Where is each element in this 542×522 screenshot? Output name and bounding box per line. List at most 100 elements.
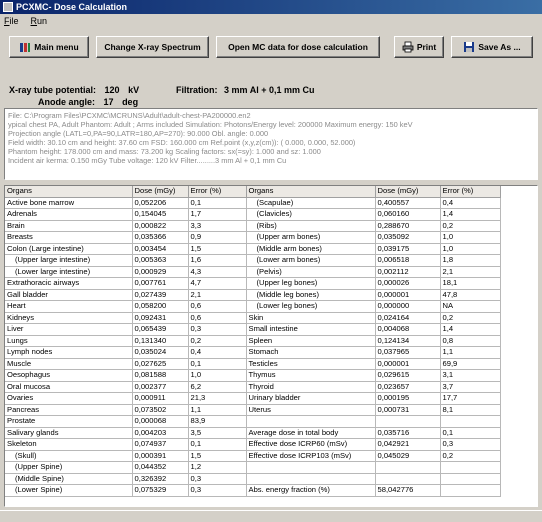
table-cell[interactable]: 0,065439 [132, 323, 189, 336]
table-cell[interactable]: 1,2 [188, 461, 247, 474]
table-cell[interactable]: 0,3 [188, 484, 247, 497]
table-cell[interactable]: 18,1 [440, 277, 501, 290]
table-cell[interactable]: 1,1 [440, 346, 501, 359]
table-cell[interactable]: 3,1 [440, 369, 501, 382]
table-cell[interactable]: Prostate [5, 415, 133, 428]
table-cell[interactable]: Oesophagus [5, 369, 133, 382]
table-cell[interactable]: 21,3 [188, 392, 247, 405]
col-organs-header[interactable]: Organs [5, 186, 133, 198]
dose-results-grid[interactable]: Organs Dose (mGy) Error (%) Organs Dose … [4, 185, 538, 507]
table-cell[interactable]: 0,004203 [132, 427, 189, 439]
table-cell[interactable]: 8,1 [440, 404, 501, 416]
table-cell[interactable]: 0,074937 [132, 438, 189, 451]
table-cell[interactable]: 0,023657 [375, 381, 441, 393]
table-cell[interactable]: 0,042921 [375, 438, 441, 451]
table-cell[interactable]: 0,3 [440, 438, 501, 451]
table-cell[interactable]: Lungs [5, 335, 133, 347]
table-cell[interactable]: Kidneys [5, 312, 133, 324]
table-cell[interactable]: 0,2 [440, 220, 501, 232]
table-cell[interactable]: Adrenals [5, 208, 133, 221]
table-cell[interactable]: 1,5 [188, 450, 247, 462]
table-cell[interactable]: 0,006518 [375, 254, 441, 267]
table-cell[interactable]: Urinary bladder [246, 392, 376, 405]
table-cell[interactable] [375, 461, 441, 474]
table-cell[interactable]: 0,035024 [132, 346, 189, 359]
table-cell[interactable] [246, 461, 376, 474]
table-cell[interactable]: 0,6 [188, 300, 247, 313]
table-cell[interactable]: 0,326392 [132, 473, 189, 485]
col-error-header[interactable]: Error (%) [440, 186, 501, 198]
table-cell[interactable] [440, 461, 501, 474]
table-cell[interactable]: Lymph nodes [5, 346, 133, 359]
table-cell[interactable]: Muscle [5, 358, 133, 370]
menu-file[interactable]: File [4, 16, 19, 26]
table-cell[interactable]: 0,000391 [132, 450, 189, 462]
main-menu-button[interactable]: Main menu [9, 36, 89, 58]
table-cell[interactable]: 0,000822 [132, 220, 189, 232]
table-cell[interactable]: Pancreas [5, 404, 133, 416]
open-mc-data-button[interactable]: Open MC data for dose calculation [216, 36, 380, 58]
table-cell[interactable]: Colon (Large intestine) [5, 243, 133, 255]
table-cell[interactable]: 0,000068 [132, 415, 189, 428]
table-cell[interactable]: (Pelvis) [246, 266, 376, 278]
table-cell[interactable]: 0,9 [188, 231, 247, 244]
table-cell[interactable] [440, 415, 501, 428]
table-cell[interactable]: 0,000731 [375, 404, 441, 416]
table-cell[interactable]: 3,5 [188, 427, 247, 439]
table-cell[interactable]: (Upper arm bones) [246, 231, 376, 244]
menu-run[interactable]: Run [31, 16, 48, 26]
table-cell[interactable]: (Skull) [5, 450, 133, 462]
table-cell[interactable]: 4,7 [188, 277, 247, 290]
table-cell[interactable]: 3,7 [440, 381, 501, 393]
table-cell[interactable]: 0,000929 [132, 266, 189, 278]
table-cell[interactable]: Gall bladder [5, 289, 133, 301]
table-cell[interactable]: 0,6 [188, 312, 247, 324]
table-cell[interactable]: Thyroid [246, 381, 376, 393]
table-cell[interactable]: 0,029615 [375, 369, 441, 382]
print-button[interactable]: Print [394, 36, 444, 58]
table-cell[interactable]: 0,2 [440, 312, 501, 324]
table-cell[interactable]: 0,005363 [132, 254, 189, 267]
table-cell[interactable]: 0,3 [188, 473, 247, 485]
table-cell[interactable]: 0,075329 [132, 484, 189, 497]
table-cell[interactable] [440, 484, 501, 497]
table-cell[interactable]: 0,2 [440, 450, 501, 462]
col-dose-header[interactable]: Dose (mGy) [132, 186, 189, 198]
table-cell[interactable]: 0,288670 [375, 220, 441, 232]
table-cell[interactable]: 1,4 [440, 208, 501, 221]
col-error-header[interactable]: Error (%) [188, 186, 247, 198]
table-cell[interactable]: 3,3 [188, 220, 247, 232]
table-cell[interactable]: (Lower leg bones) [246, 300, 376, 313]
table-cell[interactable] [246, 415, 376, 428]
table-cell[interactable]: Heart [5, 300, 133, 313]
table-cell[interactable]: Abs. energy fraction (%) [246, 484, 376, 497]
table-cell[interactable]: Small intestine [246, 323, 376, 336]
table-cell[interactable]: 0,154045 [132, 208, 189, 221]
table-cell[interactable]: 58,042776 [375, 484, 441, 497]
table-cell[interactable]: Active bone marrow [5, 197, 133, 209]
table-cell[interactable]: NA [440, 300, 501, 313]
table-cell[interactable]: Brain [5, 220, 133, 232]
table-cell[interactable]: 1,6 [188, 254, 247, 267]
table-cell[interactable]: (Upper Spine) [5, 461, 133, 474]
table-cell[interactable]: 0,4 [188, 346, 247, 359]
table-cell[interactable]: 2,1 [440, 266, 501, 278]
table-cell[interactable]: 1,8 [440, 254, 501, 267]
table-cell[interactable]: (Scapulae) [246, 197, 376, 209]
table-cell[interactable]: 0,000911 [132, 392, 189, 405]
table-cell[interactable]: Skeleton [5, 438, 133, 451]
table-cell[interactable]: 0,1 [440, 427, 501, 439]
table-cell[interactable]: Average dose in total body [246, 427, 376, 439]
table-cell[interactable]: Extrathoracic airways [5, 277, 133, 290]
table-cell[interactable]: Thymus [246, 369, 376, 382]
table-cell[interactable]: 1,0 [440, 231, 501, 244]
table-cell[interactable]: 0,027439 [132, 289, 189, 301]
table-cell[interactable]: 0,052206 [132, 197, 189, 209]
col-dose-header[interactable]: Dose (mGy) [375, 186, 441, 198]
table-cell[interactable]: 0,000195 [375, 392, 441, 405]
table-cell[interactable]: Spleen [246, 335, 376, 347]
table-cell[interactable]: 0,058200 [132, 300, 189, 313]
table-cell[interactable]: 0,004068 [375, 323, 441, 336]
table-cell[interactable]: (Upper large intestine) [5, 254, 133, 267]
table-cell[interactable]: 4,3 [188, 266, 247, 278]
